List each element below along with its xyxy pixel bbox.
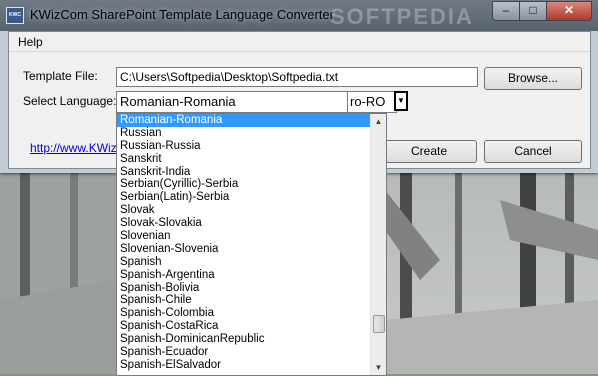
dropdown-item[interactable]: Sanskrit [117, 153, 370, 166]
menu-help[interactable]: Help [18, 35, 43, 49]
dropdown-item[interactable]: Spanish-Colombia [117, 307, 370, 320]
scroll-thumb[interactable] [373, 315, 385, 333]
close-button[interactable]: ✕ [546, 1, 592, 21]
watermark: SOFTPEDIA [330, 4, 474, 29]
dropdown-item[interactable]: Serbian(Cyrillic)-Serbia [117, 178, 370, 191]
template-file-label: Template File: [23, 69, 98, 83]
dropdown-item[interactable]: Slovak [117, 204, 370, 217]
template-file-input[interactable] [116, 67, 478, 87]
dropdown-item[interactable]: Spanish-Argentina [117, 269, 370, 282]
dropdown-item[interactable]: Spanish [117, 256, 370, 269]
minimize-button[interactable]: – [492, 1, 520, 21]
menu-bar: Help [9, 32, 590, 52]
select-language-label: Select Language: [23, 94, 117, 108]
dropdown-item[interactable]: Slovenian-Slovenia [117, 243, 370, 256]
create-button[interactable]: Create [381, 140, 477, 163]
dropdown-item[interactable]: Spanish-CostaRica [117, 320, 370, 333]
dropdown-item[interactable]: Slovenian [117, 230, 370, 243]
cancel-button[interactable]: Cancel [484, 140, 582, 163]
dropdown-item[interactable]: Spanish-DominicanRepublic [117, 333, 370, 346]
title-bar[interactable]: KWC KWizCom SharePoint Template Language… [0, 0, 598, 31]
dropdown-item[interactable]: Spanish-Bolivia [117, 282, 370, 295]
language-combobox[interactable]: Romanian-Romania [116, 91, 348, 113]
kwizcom-link[interactable]: http://www.KWiz [30, 141, 117, 155]
dropdown-item[interactable]: Russian [117, 127, 370, 140]
dropdown-item[interactable]: Sanskrit-India [117, 166, 370, 179]
dropdown-item[interactable]: Serbian(Latin)-Serbia [117, 191, 370, 204]
language-dropdown-list[interactable]: Romanian-Romania Russian Russian-Russia San… [116, 113, 387, 376]
dropdown-item[interactable]: Russian-Russia [117, 140, 370, 153]
scroll-down-arrow-icon[interactable]: ▼ [371, 360, 386, 375]
dropdown-item[interactable]: Spanish-Chile [117, 294, 370, 307]
dropdown-scrollbar[interactable]: ▲ ▼ [370, 114, 386, 375]
window-title: KWizCom SharePoint Template Language Con… [30, 7, 334, 22]
scroll-up-arrow-icon[interactable]: ▲ [371, 114, 386, 129]
language-code-field: ro-RO [347, 91, 397, 113]
maximize-button[interactable]: □ [519, 1, 547, 21]
dropdown-item[interactable]: Slovak-Slovakia [117, 217, 370, 230]
app-icon: KWC [6, 7, 24, 24]
browse-button[interactable]: Browse... [484, 67, 582, 90]
dropdown-item[interactable]: Spanish-ElSalvador [117, 359, 370, 372]
dropdown-items: Romanian-Romania Russian Russian-Russia San… [117, 114, 370, 372]
dropdown-arrow-button[interactable]: ▼ [394, 91, 408, 111]
dropdown-item[interactable]: Romanian-Romania [117, 114, 370, 127]
dropdown-item[interactable]: Spanish-Ecuador [117, 346, 370, 359]
